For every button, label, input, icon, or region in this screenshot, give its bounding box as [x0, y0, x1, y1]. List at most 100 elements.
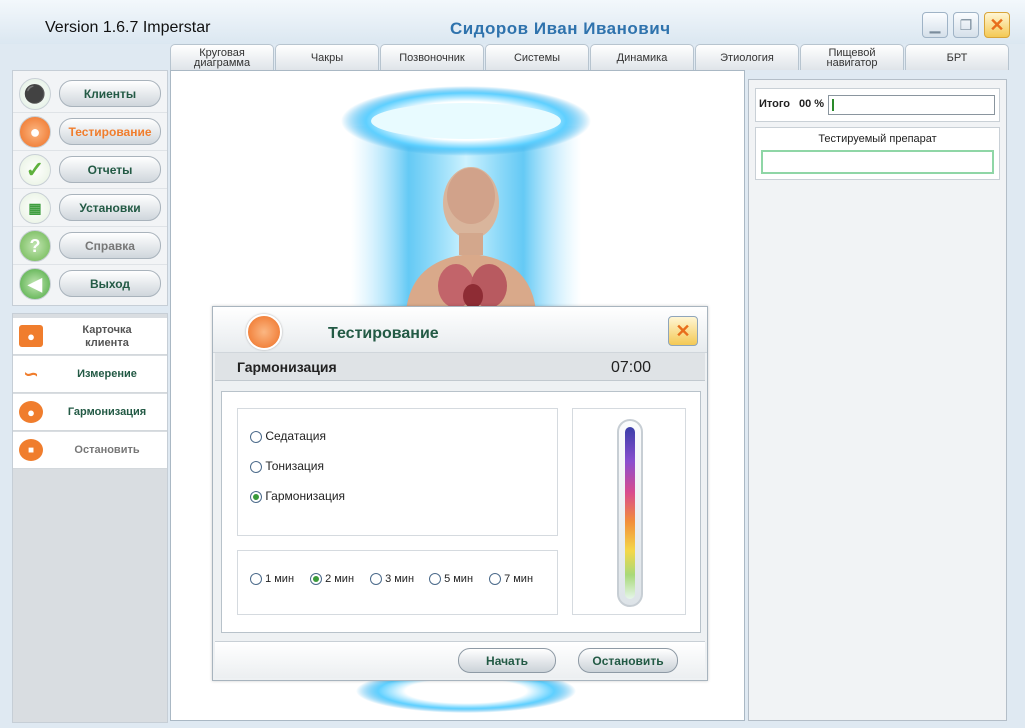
close-button[interactable]: ✕: [984, 12, 1010, 38]
submenu-measurement[interactable]: ∽ Измерение: [13, 356, 167, 393]
user-orange-icon: ●: [19, 116, 51, 148]
duration-radio[interactable]: [250, 573, 262, 586]
duration-options-group: 1 мин 2 мин 3 мин 5 мин 7 мин: [237, 550, 558, 615]
dialog-title: Тестирование: [328, 325, 439, 342]
top-tab-bar: Круговая диаграмма Чакры Позвоночник Сис…: [170, 44, 1010, 70]
grid-icon: ▦: [19, 192, 51, 224]
sidebar-item-help: ? Справка: [13, 227, 167, 265]
testing-dialog: Тестирование ✕ Гармонизация 07:00 Седата…: [212, 306, 708, 681]
dialog-body: Седатация Тонизация Гармонизация 1 мин 2…: [221, 391, 701, 633]
help-button[interactable]: Справка: [59, 232, 161, 259]
duration-radio[interactable]: [370, 573, 382, 586]
restore-button[interactable]: ❐: [953, 12, 979, 38]
total-label: Итого: [759, 98, 791, 110]
duration-option-1min[interactable]: 1 мин: [250, 573, 295, 586]
sidebar-item-exit: ◀ Выход: [13, 265, 167, 303]
option-label: 5 мин: [444, 573, 474, 585]
tab-dynamics[interactable]: Динамика: [590, 44, 694, 70]
mode-option-harmonization[interactable]: Гармонизация: [250, 489, 345, 503]
settings-button[interactable]: Установки: [59, 194, 161, 221]
option-label: 7 мин: [504, 573, 534, 585]
testing-button[interactable]: Тестирование: [59, 118, 161, 145]
duration-option-3min[interactable]: 3 мин: [370, 573, 414, 586]
option-label: Тонизация: [265, 459, 324, 473]
mode-title: Гармонизация: [237, 359, 337, 375]
tonization-radio[interactable]: [250, 460, 262, 473]
minimize-icon: ▁: [929, 16, 941, 33]
question-icon: ?: [19, 230, 51, 262]
sidebar-item-reports: ✓ Отчеты: [13, 151, 167, 189]
user-orange-icon: [246, 314, 282, 350]
option-label: 1 мин: [265, 573, 295, 585]
dialog-footer: Начать Остановить: [215, 641, 705, 678]
submenu-client-card[interactable]: ● Карточка клиента: [13, 318, 167, 355]
spectrum-gauge-fill: [625, 427, 635, 599]
title-bar: Version 1.6.7 Imperstar Сидоров Иван Ива…: [0, 0, 1025, 44]
mode-option-tonization[interactable]: Тонизация: [250, 459, 324, 473]
submenu-harmonization[interactable]: ● Гармонизация: [13, 394, 167, 431]
mode-bar: Гармонизация 07:00: [215, 353, 705, 381]
tab-spine[interactable]: Позвоночник: [380, 44, 484, 70]
submenu-stop[interactable]: ■ Остановить: [13, 432, 167, 469]
arrow-left-icon: ◀: [19, 268, 51, 300]
close-icon: ✕: [989, 14, 1005, 35]
sidebar-item-testing: ● Тестирование: [13, 113, 167, 151]
duration-radio[interactable]: [310, 573, 322, 586]
submenu-label: Измерение: [77, 368, 137, 380]
tested-preparation-input[interactable]: [761, 150, 994, 174]
exit-button[interactable]: Выход: [59, 270, 161, 297]
stop-icon: ■: [19, 439, 43, 461]
tested-preparation-box: Тестируемый препарат: [755, 127, 1000, 180]
mode-option-sedation[interactable]: Седатация: [250, 429, 326, 443]
checkmark-icon: ✓: [19, 154, 51, 186]
spectrum-gauge: [617, 419, 643, 607]
tab-chakras[interactable]: Чакры: [275, 44, 379, 70]
tab-brt[interactable]: БРТ: [905, 44, 1009, 70]
close-icon: ✕: [675, 320, 691, 341]
mode-options-group: Седатация Тонизация Гармонизация: [237, 408, 558, 536]
duration-option-2min[interactable]: 2 мин: [310, 573, 355, 586]
restore-icon: ❐: [959, 16, 973, 33]
submenu-label: Карточка клиента: [82, 323, 132, 349]
sidebar-item-settings: ▦ Установки: [13, 189, 167, 227]
total-progress-fill: [832, 99, 834, 111]
sidebar-item-clients: ⚫ Клиенты: [13, 75, 167, 113]
submenu-label: Гармонизация: [67, 406, 147, 418]
duration-option-7min[interactable]: 7 мин: [489, 573, 534, 586]
option-label: Гармонизация: [265, 489, 346, 503]
tab-food-navigator[interactable]: Пищевой навигатор: [800, 44, 904, 70]
dialog-close-button[interactable]: ✕: [668, 316, 698, 346]
submenu-label: Остановить: [74, 444, 140, 456]
dialog-header: Тестирование ✕: [213, 307, 707, 353]
duration-option-5min[interactable]: 5 мин: [429, 573, 474, 586]
person-icon: ⚫: [19, 78, 51, 110]
duration-radio[interactable]: [429, 573, 441, 586]
duration-radio[interactable]: [489, 573, 501, 586]
sidebar-submenu: ● Карточка клиента ∽ Измерение ● Гармони…: [12, 313, 168, 723]
tab-systems[interactable]: Системы: [485, 44, 589, 70]
sidebar-nav: ⚫ Клиенты ● Тестирование ✓ Отчеты ▦ Уста…: [12, 70, 168, 306]
tested-preparation-label: Тестируемый препарат: [818, 133, 937, 145]
current-client-name: Сидоров Иван Иванович: [450, 19, 671, 38]
timer-display: 07:00: [611, 359, 652, 376]
tab-circular-diagram[interactable]: Круговая диаграмма: [170, 44, 274, 70]
harmonization-radio[interactable]: [250, 490, 262, 503]
right-panel: Итого 00 % Тестируемый препарат: [748, 79, 1007, 721]
app-version: Version 1.6.7 Imperstar: [45, 19, 211, 36]
minimize-button[interactable]: ▁: [922, 12, 948, 38]
total-box: Итого 00 %: [755, 88, 1000, 122]
spectrum-indicator-box: [572, 408, 686, 615]
total-progress-bar: [828, 95, 995, 115]
sedation-radio[interactable]: [250, 430, 262, 443]
stop-button[interactable]: Остановить: [578, 648, 678, 673]
client-card-icon: ●: [19, 325, 43, 347]
tab-etiology[interactable]: Этиология: [695, 44, 799, 70]
harmonization-icon: ●: [19, 401, 43, 423]
option-label: 2 мин: [325, 573, 355, 585]
start-button[interactable]: Начать: [458, 648, 556, 673]
reports-button[interactable]: Отчеты: [59, 156, 161, 183]
clients-button[interactable]: Клиенты: [59, 80, 161, 107]
measurement-chart-icon: ∽: [23, 363, 39, 384]
option-label: Седатация: [265, 429, 326, 443]
total-value: 00 %: [799, 98, 825, 110]
